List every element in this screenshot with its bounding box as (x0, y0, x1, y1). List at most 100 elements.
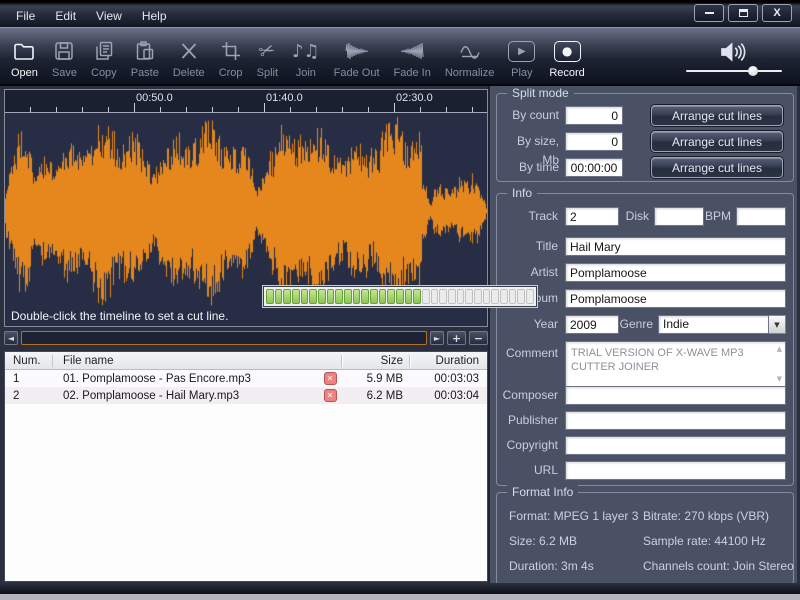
composer-label: Composer (499, 386, 558, 405)
progress-segment (387, 289, 395, 304)
timeline-tick (134, 103, 135, 112)
album-input[interactable] (565, 289, 786, 308)
year-input[interactable] (565, 315, 619, 334)
scroll-left-arrow-icon[interactable]: ◄ (4, 331, 18, 345)
progress-segment (344, 289, 352, 304)
year-label: Year (499, 315, 558, 334)
menu-help[interactable]: Help (134, 7, 175, 25)
artist-label: Artist (499, 263, 558, 282)
timeline-tick (82, 107, 83, 112)
chevron-down-icon[interactable]: ▼ (769, 315, 786, 334)
zoom-out-button[interactable]: − (469, 331, 488, 345)
copyright-input[interactable] (565, 436, 786, 455)
toolbar-button-crop[interactable]: Crop (212, 28, 250, 84)
progress-segment (396, 289, 404, 304)
arrange-cut-lines-by-size-button[interactable]: Arrange cut lines (651, 131, 783, 152)
arrange-cut-lines-by-time-button[interactable]: Arrange cut lines (651, 157, 783, 178)
fade-out-wave-icon (344, 36, 370, 66)
toolbar-button-delete[interactable]: Delete (166, 28, 212, 84)
column-header-size[interactable]: Size (341, 355, 409, 367)
split-mode-group: Split mode By count Arrange cut lines By… (496, 93, 794, 182)
progress-segment (275, 289, 283, 304)
menu-edit[interactable]: Edit (47, 7, 84, 25)
fade-in-wave-icon (399, 36, 425, 66)
track-input[interactable] (565, 207, 619, 226)
volume-slider[interactable] (686, 70, 782, 72)
by-count-label: By count (499, 106, 559, 125)
progress-segment (318, 289, 326, 304)
column-header-filename[interactable]: File name (53, 355, 319, 367)
toolbar-button-fade-in[interactable]: Fade In (387, 28, 438, 84)
progress-segment (379, 289, 387, 304)
bpm-input[interactable] (736, 207, 786, 226)
waveform-display[interactable] (5, 113, 487, 309)
disk-input[interactable] (654, 207, 704, 226)
desktop-strip (0, 594, 800, 600)
disk-label: Disk (621, 207, 649, 226)
play-icon: ▶ (508, 36, 535, 66)
file-table-header: Num. File name Size Duration (5, 352, 487, 370)
progress-segment (309, 289, 317, 304)
toolbar-button-split[interactable]: ✂ Split (250, 28, 285, 84)
scrollbar-thumb[interactable] (21, 331, 427, 345)
table-row[interactable]: 1 01. Pomplamoose - Pas Encore.mp3 ✕ 5.9… (5, 370, 487, 387)
toolbar-button-copy[interactable]: Copy (84, 28, 124, 84)
toolbar-button-fade-out[interactable]: Fade Out (327, 28, 387, 84)
timeline-tick (212, 107, 213, 112)
volume-slider-knob[interactable] (748, 66, 758, 76)
toolbar-button-normalize[interactable]: Normalize (438, 28, 502, 84)
zoom-in-button[interactable]: + (447, 331, 466, 345)
progress-segment (361, 289, 369, 304)
scroll-up-arrow-icon[interactable]: ▲ (777, 345, 782, 353)
waveform-canvas[interactable] (5, 113, 487, 309)
timeline-tick (316, 107, 317, 112)
timeline-label: 01:40.0 (266, 92, 303, 104)
bpm-label: BPM (703, 207, 731, 226)
artist-input[interactable] (565, 263, 786, 282)
bitrate-value: Bitrate: 270 kbps (VBR) (643, 509, 769, 523)
toolbar-button-record[interactable]: ● Record (542, 28, 591, 84)
delete-file-icon[interactable]: ✕ (324, 372, 337, 385)
close-button[interactable]: X (762, 4, 792, 22)
toolbar: Open Save Copy Paste Delete Crop (0, 27, 800, 86)
publisher-input[interactable] (565, 411, 786, 430)
by-size-input[interactable] (565, 132, 623, 151)
title-bar: File Edit View Help X (0, 0, 800, 27)
toolbar-button-play[interactable]: ▶ Play (501, 28, 542, 84)
menu-view[interactable]: View (88, 7, 130, 25)
scissors-icon: ✂ (255, 34, 280, 68)
timeline-tick (56, 107, 57, 112)
arrange-cut-lines-by-count-button[interactable]: Arrange cut lines (651, 105, 783, 126)
progress-segment (483, 289, 491, 304)
comment-textarea[interactable]: TRIAL VERSION OF X-WAVE MP3 CUTTER JOINE… (565, 341, 786, 387)
url-input[interactable] (565, 461, 786, 480)
by-count-input[interactable] (565, 106, 623, 125)
composer-input[interactable] (565, 386, 786, 405)
genre-value[interactable]: Indie (658, 315, 769, 334)
minimize-button[interactable] (694, 4, 724, 22)
column-header-duration[interactable]: Duration (409, 355, 487, 367)
scroll-right-arrow-icon[interactable]: ► (430, 331, 444, 345)
timeline-tick (30, 107, 31, 112)
scroll-down-arrow-icon[interactable]: ▼ (777, 375, 782, 383)
column-header-num[interactable]: Num. (5, 355, 53, 367)
by-time-input[interactable] (565, 158, 623, 177)
progress-bar (263, 286, 537, 307)
table-row[interactable]: 2 02. Pomplamoose - Hail Mary.mp3 ✕ 6.2 … (5, 387, 487, 404)
toolbar-button-join[interactable]: ♪♫ Join (285, 28, 327, 84)
title-input[interactable] (565, 237, 786, 256)
size-value: Size: 6.2 MB (509, 534, 577, 548)
toolbar-button-save[interactable]: Save (45, 28, 84, 84)
maximize-button[interactable] (728, 4, 758, 22)
comment-text: TRIAL VERSION OF X-WAVE MP3 CUTTER JOINE… (571, 346, 769, 374)
genre-dropdown[interactable]: Indie ▼ (658, 315, 786, 334)
menu-file[interactable]: File (8, 7, 43, 25)
comment-label: Comment (499, 344, 558, 363)
toolbar-button-paste[interactable]: Paste (124, 28, 166, 84)
delete-file-icon[interactable]: ✕ (324, 389, 337, 402)
timeline-ruler[interactable]: 00:50.0 01:40.0 02:30.0 (5, 90, 487, 113)
copy-icon (92, 36, 116, 66)
progress-segment (422, 289, 430, 304)
toolbar-button-open[interactable]: Open (4, 28, 45, 84)
normalize-wave-icon (457, 36, 483, 66)
